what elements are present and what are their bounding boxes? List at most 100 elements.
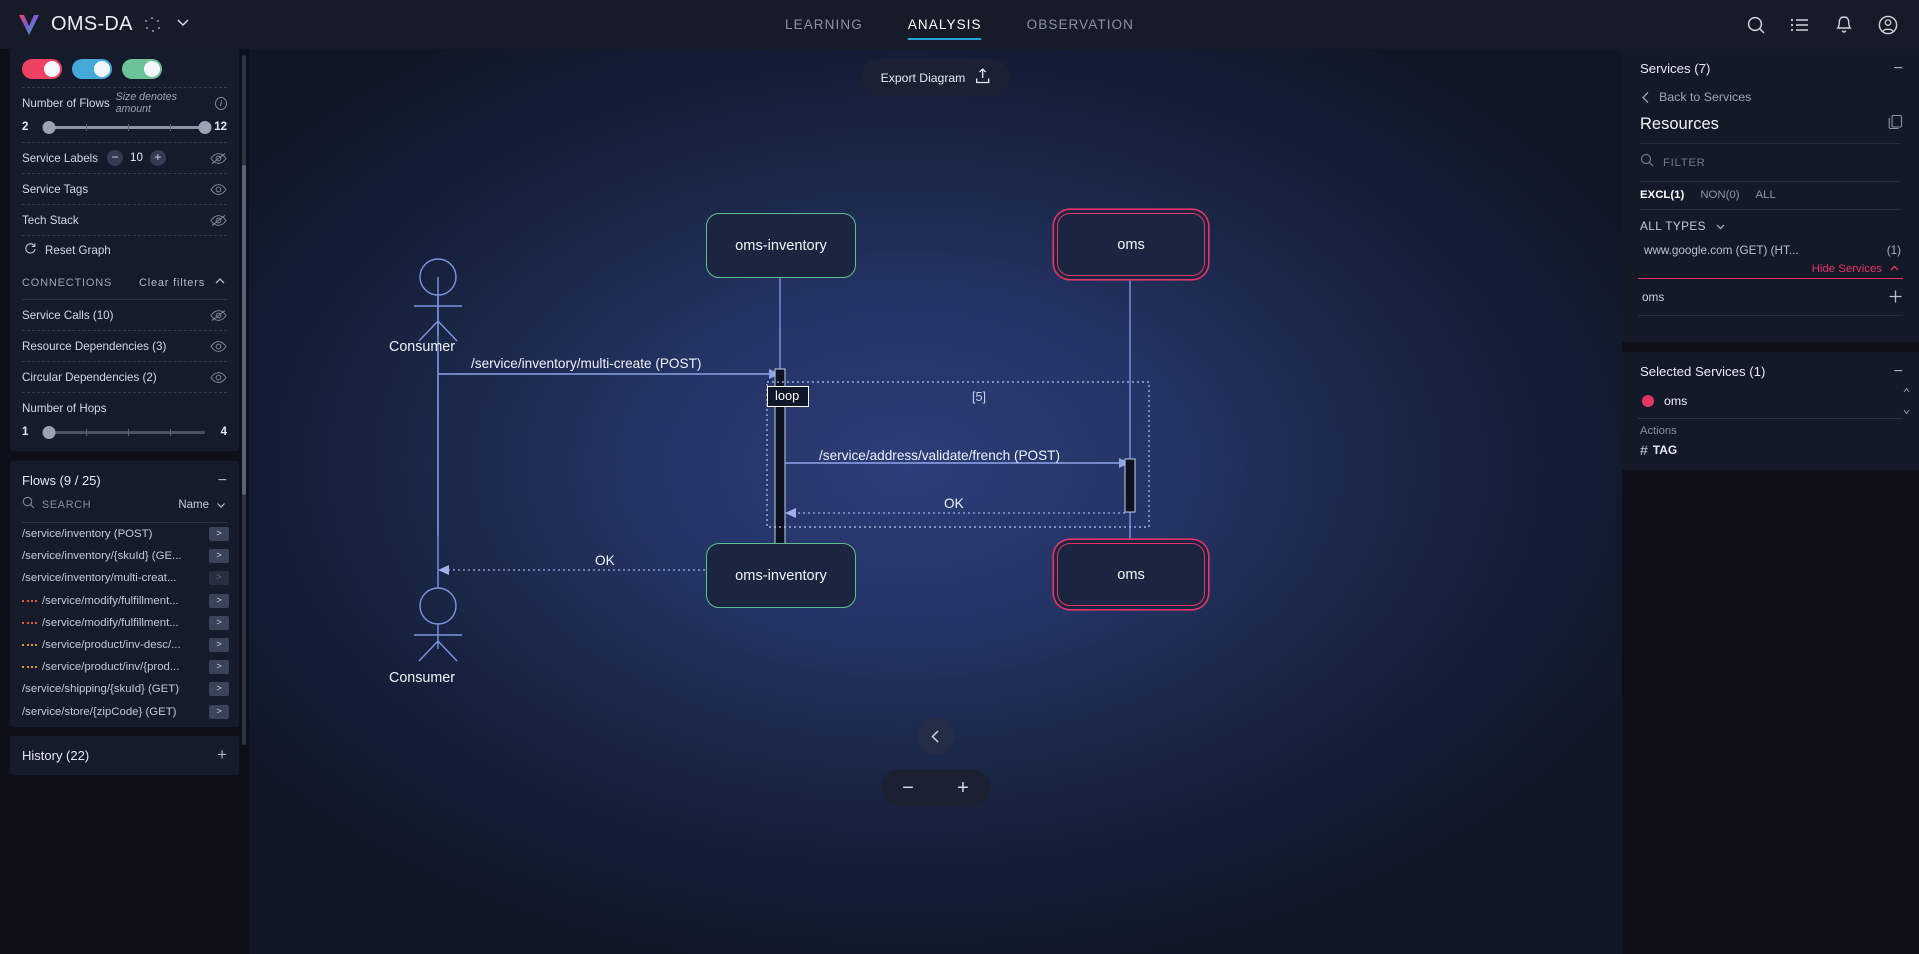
connection-service-calls[interactable]: Service Calls (10) — [10, 300, 239, 330]
node-oms-inventory-top[interactable]: oms-inventory — [706, 213, 856, 278]
clear-filters-button[interactable]: Clear filters — [139, 277, 205, 289]
tab-all[interactable]: ALL — [1756, 189, 1776, 201]
selected-services-header: Selected Services (1) − — [1622, 352, 1919, 389]
flows-collapse-button[interactable]: − — [218, 472, 227, 488]
message-label-multi-create: /service/inventory/multi-create (POST) — [471, 356, 702, 371]
toggle-blue[interactable] — [72, 59, 112, 79]
service-labels-value: 10 — [130, 152, 143, 164]
selected-service-item-oms[interactable]: oms — [1622, 389, 1919, 415]
flows-search-input[interactable]: SEARCH — [42, 499, 91, 511]
brand[interactable]: OMS-DA — [18, 13, 191, 37]
list-item[interactable]: /service/modify/fulfillment... > — [10, 590, 239, 612]
toggle-pink[interactable] — [22, 59, 62, 79]
flow-open-button[interactable]: > — [209, 571, 229, 586]
node-oms-inventory-bottom[interactable]: oms-inventory — [706, 543, 856, 608]
list-item[interactable]: /service/inventory (POST) > — [10, 523, 239, 545]
eye-icon[interactable] — [210, 371, 227, 384]
info-icon[interactable]: i — [214, 96, 227, 110]
eye-off-icon[interactable] — [210, 309, 227, 322]
resources-filter-row[interactable]: FILTER — [1622, 144, 1919, 181]
services-collapse-button[interactable]: − — [1894, 60, 1903, 76]
flow-open-button[interactable]: > — [209, 615, 229, 630]
flows-slider-knob-min[interactable] — [42, 120, 56, 134]
resource-item-google[interactable]: www.google.com (GET) (HT... (1) — [1622, 240, 1919, 260]
back-to-services-button[interactable]: Back to Services — [1622, 86, 1919, 110]
actor-label-consumer-top: Consumer — [389, 339, 455, 355]
connection-resource-dependencies[interactable]: Resource Dependencies (3) — [10, 331, 239, 361]
selected-services-collapse-button[interactable]: − — [1894, 363, 1903, 379]
flow-label: /service/inventory/multi-creat... — [22, 572, 177, 585]
number-of-flows-slider[interactable]: 2 12 — [10, 118, 239, 142]
export-diagram-button[interactable]: Export Diagram — [860, 59, 1011, 96]
filter-input[interactable]: FILTER — [1663, 157, 1706, 169]
flows-sort-select[interactable]: Name — [178, 499, 227, 511]
sidebar-scrollbar[interactable] — [242, 55, 246, 745]
list-item[interactable]: /service/product/inv/{prod... > — [10, 656, 239, 678]
list-item[interactable]: /service/store/{zipCode} (GET) > — [10, 701, 239, 723]
flow-open-button[interactable]: > — [209, 660, 229, 675]
flow-open-button[interactable]: > — [209, 527, 229, 542]
nav-back-button[interactable] — [917, 718, 954, 754]
reset-graph-button[interactable]: Reset Graph — [10, 236, 239, 266]
selected-service-label: oms — [1664, 394, 1688, 408]
tab-observation[interactable]: OBSERVATION — [1027, 0, 1134, 49]
node-label: oms-inventory — [735, 567, 827, 584]
add-icon[interactable] — [1888, 289, 1903, 305]
hops-slider-track[interactable] — [42, 425, 205, 439]
sequence-diagram: oms-inventory oms oms-inventory oms Cons… — [249, 49, 1622, 954]
selected-services-scroll[interactable] — [1903, 386, 1910, 416]
connections-header: CONNECTIONS Clear filters — [10, 266, 239, 297]
list-item[interactable]: /service/modify/fulfillment... > — [10, 612, 239, 634]
tab-excl[interactable]: EXCL(1) — [1640, 189, 1684, 201]
diagram-canvas[interactable]: Export Diagram oms-inventory oms oms-inv… — [249, 49, 1622, 954]
flow-open-button[interactable]: > — [209, 638, 229, 653]
history-add-button[interactable]: + — [217, 746, 227, 763]
resources-title-row: Resources — [1622, 110, 1919, 143]
upload-icon — [975, 68, 990, 87]
connection-label: Service Calls (10) — [22, 308, 114, 322]
chevron-down-icon[interactable] — [175, 14, 191, 35]
scrollbar-thumb[interactable] — [242, 165, 246, 495]
list-item[interactable]: /service/inventory/{skuId} (GE... > — [10, 545, 239, 567]
hops-slider-knob[interactable] — [42, 425, 56, 439]
status-badge — [1642, 395, 1654, 407]
zoom-out-button[interactable]: − — [902, 778, 914, 798]
flows-search-row[interactable]: SEARCH Name — [10, 496, 239, 520]
account-icon[interactable] — [1877, 14, 1899, 36]
search-icon — [22, 496, 35, 514]
eye-icon[interactable] — [210, 183, 227, 196]
copy-icon[interactable] — [1888, 114, 1903, 135]
tab-learning[interactable]: LEARNING — [785, 0, 863, 49]
flow-label: /service/product/inv/{prod... — [42, 661, 180, 674]
node-oms-bottom[interactable]: oms — [1057, 543, 1205, 606]
list-icon[interactable] — [1789, 14, 1811, 36]
bell-icon[interactable] — [1833, 14, 1855, 36]
tab-analysis[interactable]: ANALYSIS — [907, 0, 982, 49]
search-icon[interactable] — [1745, 14, 1767, 36]
all-types-dropdown[interactable]: ALL TYPES — [1622, 210, 1919, 240]
service-row-oms[interactable]: oms — [1622, 279, 1919, 315]
zoom-in-button[interactable]: + — [957, 778, 969, 798]
flows-slider-track[interactable] — [42, 120, 212, 134]
list-item[interactable]: /service/inventory/multi-creat... > — [10, 567, 239, 589]
eye-off-icon[interactable] — [210, 152, 227, 165]
eye-icon[interactable] — [210, 340, 227, 353]
flow-open-button[interactable]: > — [209, 682, 229, 697]
flow-open-button[interactable]: > — [209, 704, 229, 719]
eye-off-icon[interactable] — [210, 214, 227, 227]
list-item[interactable]: /service/shipping/{skuId} (GET) > — [10, 678, 239, 700]
flow-open-button[interactable]: > — [209, 549, 229, 564]
toggle-green[interactable] — [122, 59, 162, 79]
flows-slider-knob-max[interactable] — [198, 120, 212, 134]
list-item[interactable]: /service/product/inv-desc/... > — [10, 634, 239, 656]
connection-circular-dependencies[interactable]: Circular Dependencies (2) — [10, 362, 239, 392]
flow-open-button[interactable]: > — [209, 593, 229, 608]
node-oms-top[interactable]: oms — [1057, 213, 1205, 276]
service-labels-plus-button[interactable]: + — [149, 150, 166, 166]
hide-services-button[interactable]: Hide Services — [1622, 260, 1919, 278]
chevron-up-icon[interactable] — [213, 274, 227, 291]
service-labels-minus-button[interactable]: − — [107, 150, 124, 166]
tag-action-button[interactable]: # TAG — [1622, 439, 1919, 470]
tab-non[interactable]: NON(0) — [1700, 189, 1739, 201]
number-of-hops-slider[interactable]: 1 4 — [10, 423, 239, 447]
